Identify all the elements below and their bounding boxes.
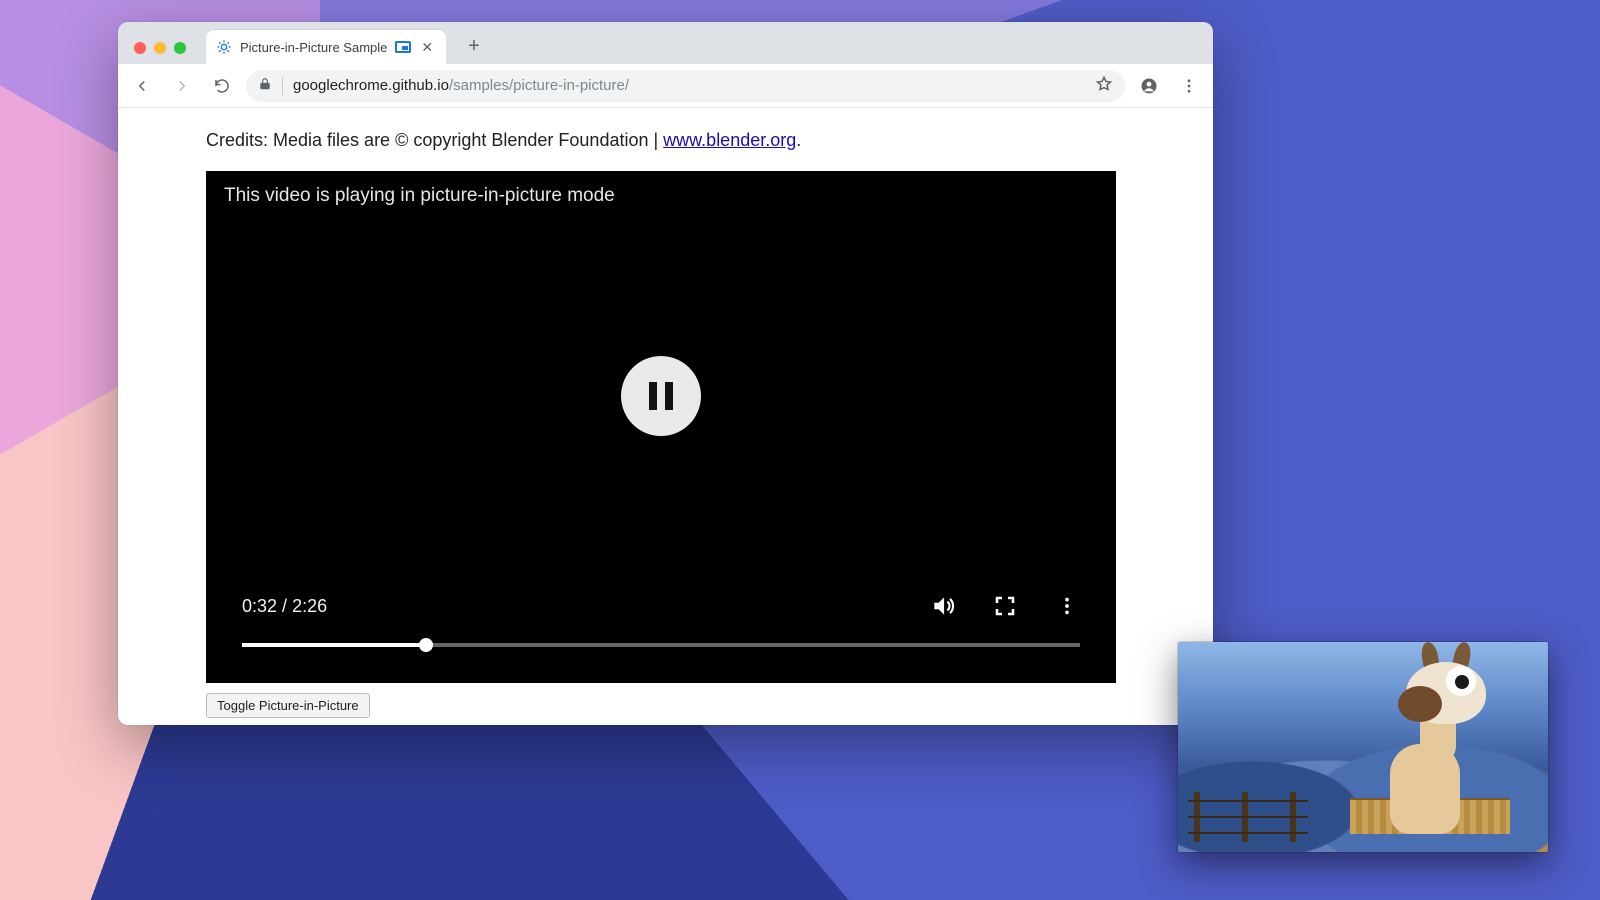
tab-pip-indicator-icon bbox=[395, 41, 411, 53]
video-progress-knob[interactable] bbox=[419, 638, 433, 652]
address-bar-url: googlechrome.github.io/samples/picture-i… bbox=[293, 77, 629, 94]
bookmark-star-button[interactable] bbox=[1095, 75, 1113, 97]
profile-avatar-button[interactable] bbox=[1133, 70, 1165, 102]
pip-scene-fence bbox=[1188, 792, 1308, 842]
credits-text: Credits: Media files are © copyright Ble… bbox=[206, 130, 663, 150]
video-time-display: 0:32 / 2:26 bbox=[242, 596, 327, 617]
window-maximize-button[interactable] bbox=[174, 42, 186, 54]
window-traffic-lights bbox=[128, 42, 192, 64]
page-content: Credits: Media files are © copyright Ble… bbox=[118, 108, 1213, 725]
address-bar[interactable]: googlechrome.github.io/samples/picture-i… bbox=[246, 70, 1125, 102]
nav-forward-button[interactable] bbox=[166, 70, 198, 102]
video-volume-button[interactable] bbox=[930, 593, 956, 619]
video-progress-bar[interactable] bbox=[242, 643, 1080, 647]
nav-back-button[interactable] bbox=[126, 70, 158, 102]
video-player[interactable]: This video is playing in picture-in-pict… bbox=[206, 171, 1116, 683]
tab-title: Picture-in-Picture Sample bbox=[240, 40, 387, 55]
tab-close-button[interactable]: ✕ bbox=[421, 40, 433, 54]
browser-window: Picture-in-Picture Sample ✕ + googlechro… bbox=[118, 22, 1213, 725]
tab-strip: Picture-in-Picture Sample ✕ + bbox=[118, 22, 1213, 64]
credits-link[interactable]: www.blender.org bbox=[663, 130, 796, 150]
video-fullscreen-button[interactable] bbox=[992, 593, 1018, 619]
omnibox-divider bbox=[282, 77, 283, 95]
tab-favicon-icon bbox=[216, 39, 232, 55]
video-controls-row: 0:32 / 2:26 bbox=[242, 593, 1080, 619]
video-more-options-button[interactable] bbox=[1054, 593, 1080, 619]
browser-menu-button[interactable] bbox=[1173, 70, 1205, 102]
new-tab-button[interactable]: + bbox=[460, 32, 488, 60]
pause-icon bbox=[649, 382, 673, 410]
credits-suffix: . bbox=[796, 130, 801, 150]
video-progress-played bbox=[242, 643, 426, 647]
browser-toolbar: googlechrome.github.io/samples/picture-i… bbox=[118, 64, 1213, 108]
video-right-controls bbox=[930, 593, 1080, 619]
toggle-pip-button[interactable]: Toggle Picture-in-Picture bbox=[206, 693, 370, 718]
window-close-button[interactable] bbox=[134, 42, 146, 54]
pip-floating-window[interactable] bbox=[1178, 642, 1548, 852]
video-pip-status-text: This video is playing in picture-in-pict… bbox=[224, 185, 615, 207]
browser-tab[interactable]: Picture-in-Picture Sample ✕ bbox=[206, 30, 446, 64]
lock-icon bbox=[258, 77, 272, 95]
credits-line: Credits: Media files are © copyright Ble… bbox=[206, 130, 1125, 151]
nav-reload-button[interactable] bbox=[206, 70, 238, 102]
pip-scene-character bbox=[1350, 664, 1510, 834]
window-minimize-button[interactable] bbox=[154, 42, 166, 54]
video-pause-button[interactable] bbox=[621, 356, 701, 436]
